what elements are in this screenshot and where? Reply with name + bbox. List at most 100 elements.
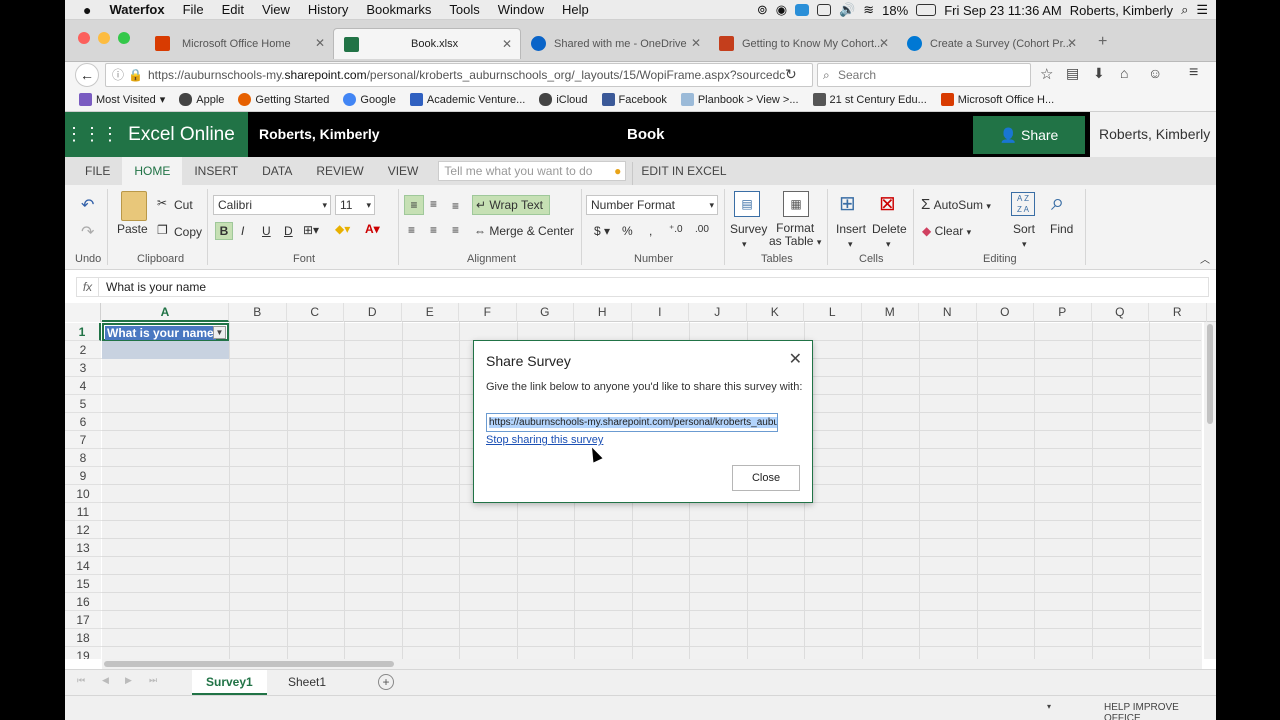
downloads-icon[interactable]: ⬇: [1093, 65, 1105, 82]
number-format-select[interactable]: Number Format ▾: [586, 195, 718, 215]
double-underline-button[interactable]: D: [284, 224, 293, 238]
row-header-11[interactable]: 11: [65, 503, 101, 521]
row-header-14[interactable]: 14: [65, 557, 101, 575]
tab-data[interactable]: DATA: [250, 157, 304, 185]
menu-file[interactable]: File: [174, 2, 213, 17]
bookmark-office-home[interactable]: Microsoft Office H...: [934, 93, 1061, 106]
tab-insert[interactable]: INSERT: [182, 157, 250, 185]
column-header-k[interactable]: K: [747, 303, 804, 322]
reading-list-icon[interactable]: ▤: [1066, 65, 1079, 82]
clock[interactable]: Fri Sep 23 11:36 AM: [944, 3, 1062, 18]
copy-button[interactable]: Copy: [174, 225, 202, 239]
share-link-field[interactable]: https://auburnschools-my.sharepoint.com/…: [486, 413, 778, 432]
comma-button[interactable]: ,: [649, 224, 652, 238]
back-button[interactable]: ←: [75, 63, 99, 87]
next-sheet-icon[interactable]: ▶: [125, 675, 132, 686]
autosum-button[interactable]: Σ AutoSum ▾: [921, 196, 991, 213]
hamburger-menu-icon[interactable]: ≡: [1189, 64, 1198, 82]
align-middle-button[interactable]: ≡: [430, 197, 437, 211]
italic-button[interactable]: I: [241, 224, 244, 238]
close-icon[interactable]: ✕: [879, 36, 889, 50]
cut-button[interactable]: Cut: [174, 198, 193, 212]
sort-button[interactable]: Sort ▾: [1013, 222, 1035, 250]
prev-sheet-icon[interactable]: ◀: [102, 675, 109, 686]
search-input[interactable]: ⌕ Search: [817, 63, 1031, 87]
close-icon[interactable]: ✕: [502, 37, 512, 51]
add-sheet-icon[interactable]: +: [378, 674, 394, 690]
excel-online-title[interactable]: Excel Online: [115, 112, 248, 157]
function-icon[interactable]: fx: [76, 277, 99, 297]
last-sheet-icon[interactable]: ⏭: [149, 675, 157, 686]
notification-center-icon[interactable]: ☰: [1196, 2, 1208, 18]
column-header-m[interactable]: M: [862, 303, 919, 322]
bookmark-21st-century[interactable]: 21 st Century Edu...: [806, 93, 934, 106]
stop-sharing-link[interactable]: Stop sharing this survey: [486, 434, 603, 446]
volume-icon[interactable]: 🔊: [839, 2, 855, 18]
menu-tools[interactable]: Tools: [440, 2, 488, 17]
row-header-9[interactable]: 9: [65, 467, 101, 485]
bookmark-most-visited[interactable]: Most Visited ▾: [65, 93, 172, 106]
font-color-icon[interactable]: A▾: [365, 222, 380, 236]
align-bottom-button[interactable]: ≡: [452, 199, 459, 213]
menu-view[interactable]: View: [253, 2, 299, 17]
bookmark-getting-started[interactable]: Getting Started: [231, 93, 336, 106]
record-icon[interactable]: ◉: [776, 2, 787, 18]
menu-history[interactable]: History: [299, 2, 357, 17]
currency-button[interactable]: $ ▾: [594, 224, 610, 238]
bookmark-facebook[interactable]: Facebook: [595, 93, 674, 106]
bookmark-academic-venture[interactable]: Academic Venture...: [403, 93, 532, 106]
battery-icon[interactable]: [916, 4, 937, 16]
sync-icon[interactable]: ⊚: [757, 2, 768, 18]
tab-cohort-ppt[interactable]: Getting to Know My Cohort... ✕: [709, 28, 897, 59]
tab-office-home[interactable]: Microsoft Office Home ✕: [145, 28, 333, 59]
font-name-select[interactable]: Calibri ▾: [213, 195, 331, 215]
info-icon[interactable]: ⓘ: [112, 64, 124, 86]
copy-icon[interactable]: ❐: [157, 223, 168, 237]
battery-percent[interactable]: 18%: [882, 3, 908, 18]
column-header-g[interactable]: G: [517, 303, 574, 322]
cell-a1[interactable]: What is your name ▼: [102, 323, 229, 341]
align-left-button[interactable]: ≡: [408, 223, 415, 237]
zoom-window-button[interactable]: [118, 32, 130, 44]
clear-button[interactable]: ◆ Clear ▾: [922, 224, 971, 238]
close-icon[interactable]: ✕: [789, 349, 802, 369]
close-icon[interactable]: ✕: [315, 36, 325, 50]
close-window-button[interactable]: [78, 32, 90, 44]
row-header-5[interactable]: 5: [65, 395, 101, 413]
column-header-f[interactable]: F: [459, 303, 517, 322]
menu-window[interactable]: Window: [489, 2, 553, 17]
delete-cells-icon[interactable]: ⊠: [879, 191, 896, 216]
close-icon[interactable]: ✕: [691, 36, 701, 50]
collapse-ribbon-icon[interactable]: ︿: [1200, 251, 1210, 266]
sheet-tab-sheet1[interactable]: Sheet1: [274, 670, 340, 695]
row-header-19[interactable]: 19: [65, 647, 101, 659]
row-header-2[interactable]: 2: [65, 341, 101, 359]
bookmark-star-icon[interactable]: ☆: [1040, 65, 1053, 83]
survey-icon[interactable]: ▤: [734, 191, 760, 217]
align-right-button[interactable]: ≡: [452, 223, 459, 237]
bold-button[interactable]: B: [215, 222, 233, 240]
app-launcher-icon[interactable]: ⋮⋮⋮: [65, 112, 119, 157]
vertical-scrollbar[interactable]: [1204, 322, 1216, 659]
close-button[interactable]: Close: [732, 465, 800, 491]
redo-icon[interactable]: ↷: [81, 222, 94, 242]
tab-review[interactable]: REVIEW: [304, 157, 375, 185]
reload-icon[interactable]: ↻: [785, 66, 797, 83]
underline-button[interactable]: U: [262, 224, 271, 238]
edit-in-excel-button[interactable]: EDIT IN EXCEL: [632, 162, 738, 185]
column-header-b[interactable]: B: [229, 303, 287, 322]
sort-icon[interactable]: A ZZ A: [1011, 192, 1035, 216]
skype-icon[interactable]: [795, 4, 810, 16]
increase-decimal-button[interactable]: ⁺.0: [669, 224, 683, 235]
vertical-scroll-thumb[interactable]: [1207, 324, 1213, 424]
menu-app-name[interactable]: Waterfox: [100, 2, 173, 17]
bookmark-icloud[interactable]: iCloud: [532, 93, 594, 106]
column-header-n[interactable]: N: [919, 303, 977, 322]
new-tab-button[interactable]: +: [1098, 33, 1107, 51]
column-header-q[interactable]: Q: [1092, 303, 1149, 322]
column-header-h[interactable]: H: [574, 303, 632, 322]
row-header-8[interactable]: 8: [65, 449, 101, 467]
column-header-j[interactable]: J: [689, 303, 747, 322]
wifi-icon[interactable]: ≋: [863, 2, 874, 18]
column-header-l[interactable]: L: [804, 303, 862, 322]
